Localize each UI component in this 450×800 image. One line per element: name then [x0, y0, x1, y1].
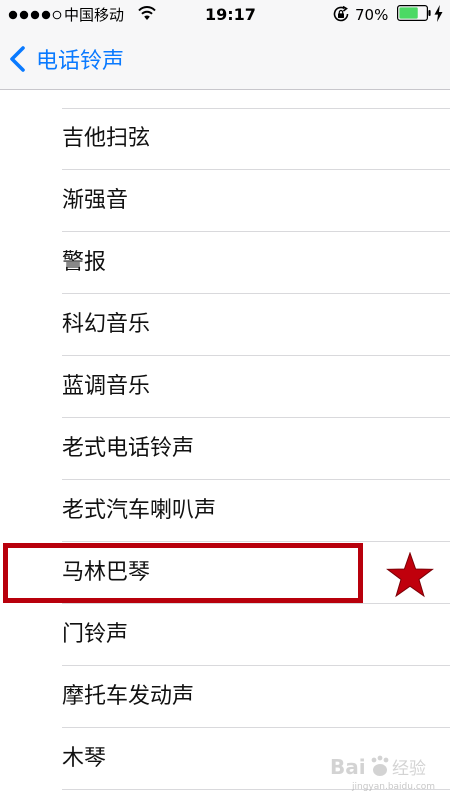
ringtone-item[interactable]: 蓝调音乐 — [0, 356, 450, 418]
ringtone-item[interactable]: 门铃声 — [0, 604, 450, 666]
ringtone-item[interactable]: 科幻音乐 — [0, 294, 450, 356]
signal-strength-icon — [8, 10, 62, 20]
ringtone-list: 吉他扫弦渐强音警报科幻音乐蓝调音乐老式电话铃声 老式汽车喇叭声 马林巴琴门铃声摩托车… — [0, 90, 450, 800]
ringtone-item-label: 警报 — [62, 250, 107, 275]
ringtone-item-label: 老式电话铃声 — [62, 436, 195, 461]
battery-percent: 70% — [355, 6, 389, 24]
ringtone-item-label: 渐强音 — [62, 188, 129, 213]
ringtone-item-label: 摩托车发动声 — [62, 684, 195, 709]
ringtone-item[interactable]: 摩托车发动声 — [0, 666, 450, 728]
ringtone-item[interactable]: 老式电话铃声 — [0, 418, 450, 480]
status-bar: 中国移动 19:17 70% — [0, 0, 450, 30]
ringtone-item-label: 木琴 — [62, 746, 107, 771]
carrier-name: 中国移动 — [64, 6, 125, 24]
rotation-lock-icon — [333, 5, 349, 22]
ringtone-item[interactable]: 吉他扫弦 — [0, 108, 450, 170]
ringtone-item[interactable]: 老式汽车喇叭声 — [0, 480, 450, 542]
baidu-logo-watermark: Bai 经验 — [330, 755, 426, 779]
svg-text:Bai: Bai — [330, 755, 366, 779]
ringtone-item[interactable]: 马林巴琴 — [0, 542, 450, 604]
back-button[interactable]: 电话铃声 — [8, 41, 124, 77]
ringtone-item[interactable]: 警报 — [0, 232, 450, 294]
wifi-icon — [138, 6, 156, 20]
charging-bolt-icon — [434, 5, 443, 22]
ringtone-item-label: 吉他扫弦 — [62, 126, 151, 151]
star-icon — [386, 552, 434, 598]
clock: 19:17 — [205, 5, 256, 24]
back-button-label: 电话铃声 — [36, 49, 125, 74]
ringtone-item-label: 老式汽车喇叭声 — [62, 498, 217, 523]
ringtone-item-label: 门铃声 — [62, 622, 129, 647]
battery-icon — [397, 5, 431, 21]
ringtone-item[interactable]: 渐强音 — [0, 170, 450, 232]
svg-text:经验: 经验 — [392, 759, 426, 779]
navigation-bar: 电话铃声 — [0, 30, 450, 90]
ringtone-item-label: 科幻音乐 — [62, 312, 151, 337]
ringtone-item-label: 蓝调音乐 — [62, 374, 151, 399]
watermark: Bai 经验 jingyan.baidu.com — [330, 752, 448, 796]
ringtone-item-label: 马林巴琴 — [62, 560, 151, 585]
watermark-url: jingyan.baidu.com — [352, 782, 436, 792]
chevron-left-icon — [10, 46, 25, 72]
screen: 中国移动 19:17 70% 电话铃声 吉他扫弦 渐强音 警报 科幻音乐 蓝调音… — [0, 0, 450, 800]
